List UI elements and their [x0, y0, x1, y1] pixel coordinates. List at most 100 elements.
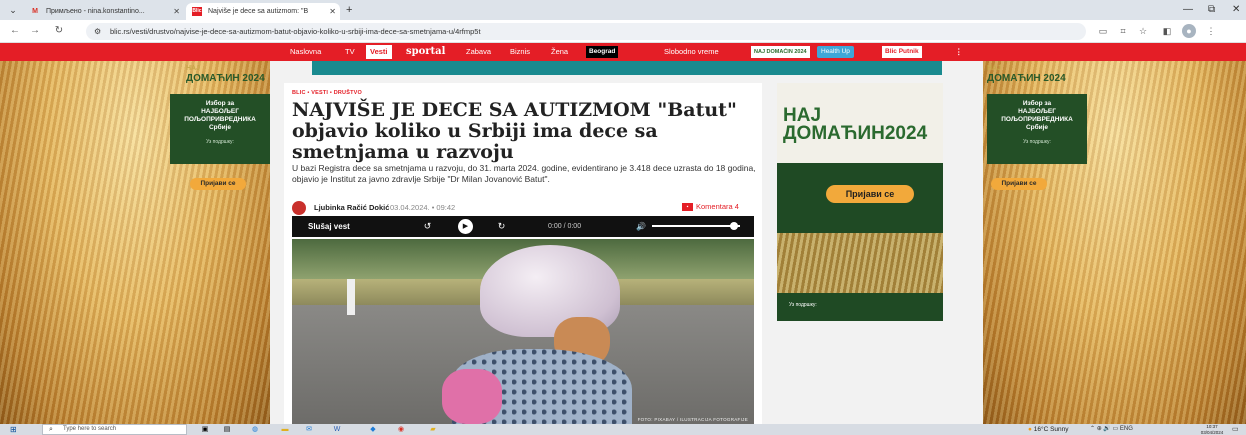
close-tab-icon[interactable]: ✕	[329, 3, 336, 20]
nav-more-icon[interactable]: ⋮	[955, 43, 963, 61]
folder-icon[interactable]: ▰	[428, 425, 438, 434]
search-icon: ⌕	[49, 426, 53, 433]
naj-domacin-logo: НАЈ ДОМАЋИН2024	[783, 105, 928, 144]
sponsor-label: Уз подршку:	[789, 302, 817, 308]
gmail-icon: M	[32, 8, 38, 15]
tab-blic[interactable]: Blic Najviše je dece sa autizmom: "B ✕	[186, 3, 340, 20]
naj-domacin-logo: НАЈ ДОМАЋИН 2024	[987, 65, 1066, 84]
top-banner-ad[interactable]	[312, 61, 942, 75]
sun-icon: ●	[1028, 426, 1032, 433]
word-icon[interactable]: W	[332, 425, 342, 434]
site-info-icon[interactable]: ⚙	[94, 25, 101, 38]
comments-label: Komentara 4	[696, 202, 739, 211]
reload-icon[interactable]: ↻	[52, 24, 66, 38]
language-indicator: ENG	[1119, 426, 1133, 432]
article-headline: NAJVIŠE JE DECE SA AUTIZMOM "Batut" obja…	[292, 99, 737, 163]
author-avatar[interactable]	[292, 201, 306, 215]
chrome-icon[interactable]: ◉	[396, 425, 406, 434]
translate-icon[interactable]: ⌗	[1116, 24, 1130, 38]
article-photo[interactable]: FOTO: PIXABAY / ILUSTRACIJA FOTOGRAFIJE	[292, 239, 754, 424]
widgets-icon[interactable]: ▤	[222, 425, 232, 434]
nav-vesti[interactable]: Vesti	[366, 45, 392, 59]
cast-icon[interactable]: ▭	[1096, 24, 1110, 38]
nav-beograd[interactable]: Beograd	[586, 46, 619, 58]
nav-naslovna[interactable]: Naslovna	[290, 43, 321, 61]
system-tray[interactable]: ⌃ ⊕ 🔊 ▭ ENG	[1090, 424, 1133, 435]
url-text[interactable]: blic.rs/vesti/drustvo/najvise-je-dece-sa…	[110, 23, 481, 40]
minimize-button[interactable]: —	[1183, 3, 1193, 17]
taskbar: ⊞ ⌕ Type here to search ▣ ▤ ◍ ▬ ✉ W ◆ ◉ …	[0, 424, 1246, 435]
site-nav: Naslovna TV Vesti sportal Zabava Biznis …	[0, 43, 1246, 61]
nav-sportal[interactable]: sportal	[406, 43, 445, 61]
notification-icon[interactable]: ▭	[1232, 425, 1239, 434]
volume-knob[interactable]	[730, 222, 738, 230]
sidebar-ad-footer: Уз подршку:	[777, 293, 943, 321]
right-skin-ad[interactable]: НАЈ ДОМАЋИН 2024 Избор за НАЈБОЉЕГ ПОЉОП…	[983, 61, 1246, 424]
apply-button[interactable]: Пријави се	[991, 178, 1047, 190]
publish-date: 03.04.2024. • 09:42	[390, 203, 456, 212]
nav-naj-domacin[interactable]: NAJ DOMAĆIN 2024	[751, 46, 810, 58]
forward-icon[interactable]: ↻	[494, 219, 509, 234]
profile-avatar-icon[interactable]: ●	[1182, 24, 1196, 38]
apply-button[interactable]: Пријави се	[190, 178, 246, 190]
task-view-icon[interactable]: ▣	[200, 425, 210, 434]
windows-start-icon[interactable]: ⊞	[10, 425, 17, 434]
tab-gmail[interactable]: M Примљено - nina.konstantino... ✕	[24, 3, 184, 20]
forward-arrow-icon[interactable]: →	[28, 24, 42, 38]
mail-icon[interactable]: ✉	[304, 425, 314, 434]
edge-icon[interactable]: ◍	[250, 425, 260, 434]
photo-post	[347, 279, 355, 315]
nav-zabava[interactable]: Zabava	[466, 43, 491, 61]
article: BLIC • VESTI • DRUŠTVO NAJVIŠE JE DECE S…	[284, 83, 762, 424]
comment-icon: ▪	[682, 203, 693, 212]
nav-zena[interactable]: Žena	[551, 43, 568, 61]
taskbar-search[interactable]: ⌕ Type here to search	[42, 424, 187, 435]
nav-health-up[interactable]: Health Up	[817, 46, 854, 58]
weather-widget[interactable]: ● 16°C Sunny	[1028, 424, 1069, 435]
weather-text: 16°C Sunny	[1033, 426, 1069, 433]
tab-search-icon[interactable]: ⌄	[6, 3, 20, 17]
breadcrumb[interactable]: BLIC • VESTI • DRUŠTVO	[292, 90, 362, 96]
article-lead: U bazi Registra dece sa smetnjama u razv…	[292, 163, 756, 184]
rewind-icon[interactable]: ↺	[420, 219, 435, 234]
clock-date: 03/04/2024	[1200, 429, 1224, 435]
nav-blic-putnik[interactable]: Blic Putnik	[882, 46, 922, 58]
photo-credit: FOTO: PIXABAY / ILUSTRACIJA FOTOGRAFIJE	[637, 417, 748, 422]
file-explorer-icon[interactable]: ▬	[280, 425, 290, 434]
volume-slider[interactable]	[652, 225, 740, 227]
promo-card: Избор за НАЈБОЉЕГ ПОЉОПРИВРЕДНИКА Србије…	[170, 94, 270, 164]
promo-card: Избор за НАЈБОЉЕГ ПОЉОПРИВРЕДНИКА Србије…	[987, 94, 1087, 164]
nav-biznis[interactable]: Biznis	[510, 43, 530, 61]
address-bar[interactable]: ⚙ blic.rs/vesti/drustvo/najvise-je-dece-…	[86, 23, 1086, 40]
naj-domacin-logo: НАЈ ДОМАЋИН 2024	[186, 65, 265, 84]
back-arrow-icon[interactable]: ←	[8, 24, 22, 38]
comments-link[interactable]: ▪ Komentara 4	[682, 202, 739, 212]
search-placeholder: Type here to search	[63, 426, 117, 432]
nav-slobodno-vreme[interactable]: Slobodno vreme	[664, 43, 719, 61]
author-name[interactable]: Ljubinka Račić Dokić	[314, 203, 389, 212]
close-window-button[interactable]: ✕	[1232, 3, 1240, 17]
main-content: BLIC • VESTI • DRUŠTVO NAJVIŠE JE DECE S…	[270, 61, 983, 424]
new-tab-button[interactable]: +	[346, 3, 352, 17]
sidebar-ad-wheat	[777, 233, 943, 293]
sidebar-ad[interactable]: НАЈ ДОМАЋИН2024 Пријави се Уз подршку:	[777, 83, 943, 321]
apply-button[interactable]: Пријави се	[826, 185, 914, 203]
photo-sleeve	[442, 369, 502, 424]
clock[interactable]: 10:37 03/04/2024	[1197, 424, 1227, 435]
listen-label: Slušaj vest	[308, 222, 350, 231]
side-panel-icon[interactable]: ◧	[1160, 24, 1174, 38]
blic-favicon: Blic	[192, 7, 202, 16]
left-skin-ad[interactable]: НАЈ ДОМАЋИН 2024 Избор за НАЈБОЉЕГ ПОЉОП…	[0, 61, 270, 424]
menu-dots-icon[interactable]: ⋮	[1204, 24, 1218, 38]
store-icon[interactable]: ◆	[368, 425, 378, 434]
close-tab-icon[interactable]: ✕	[173, 3, 180, 20]
audio-player: Slušaj vest ↺ ▶ ↻ 0:00 / 0:00 🔊	[292, 216, 754, 237]
play-icon[interactable]: ▶	[458, 219, 473, 234]
player-time: 0:00 / 0:00	[548, 223, 582, 230]
restore-button[interactable]: ⧉	[1208, 3, 1215, 17]
tab-title: Najviše je dece sa autizmom: "B	[208, 8, 309, 15]
nav-tv[interactable]: TV	[345, 43, 355, 61]
bookmark-star-icon[interactable]: ☆	[1136, 24, 1150, 38]
volume-icon[interactable]: 🔊	[636, 216, 646, 237]
tab-title: Примљено - nina.konstantino...	[46, 8, 145, 15]
